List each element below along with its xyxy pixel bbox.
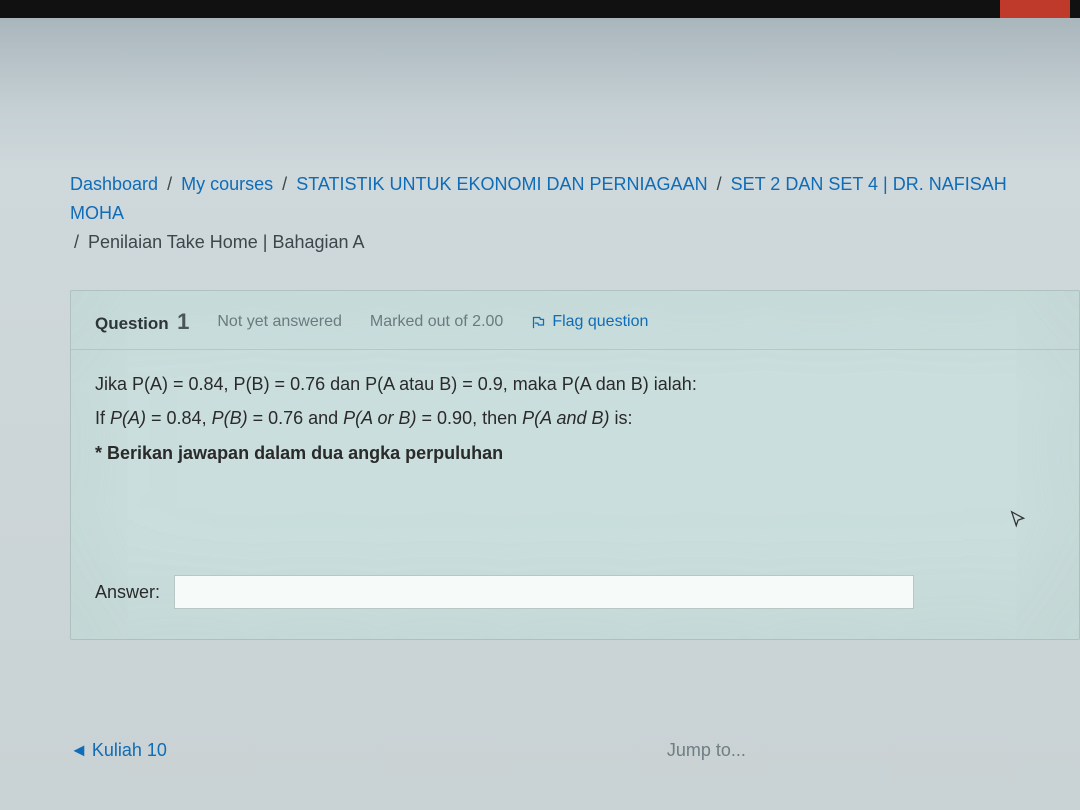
triangle-left-icon: ◄	[70, 740, 88, 761]
breadcrumb-dashboard[interactable]: Dashboard	[70, 174, 158, 194]
question-number: 1	[177, 309, 189, 334]
flag-question-link[interactable]: Flag question	[531, 313, 648, 331]
qtxt: P(A and B)	[522, 408, 609, 428]
question-panel: Question 1 Not yet answered Marked out o…	[70, 290, 1080, 640]
qtxt: If	[95, 408, 110, 428]
header-haze	[0, 18, 1080, 170]
breadcrumb-current: Penilaian Take Home | Bahagian A	[88, 232, 365, 252]
flag-icon	[531, 315, 546, 330]
qtxt: = 0.76 and	[248, 408, 344, 428]
prev-activity-link[interactable]: ◄ Kuliah 10	[70, 740, 167, 761]
breadcrumb-sep: /	[163, 174, 176, 194]
qtxt: = 0.84,	[146, 408, 212, 428]
answer-row: Answer:	[71, 575, 1079, 609]
flag-question-text: Flag question	[552, 313, 648, 331]
question-text-line1: Jika P(A) = 0.84, P(B) = 0.76 dan P(A at…	[95, 368, 1055, 400]
breadcrumb-sep: /	[713, 174, 726, 194]
question-text-line2: If P(A) = 0.84, P(B) = 0.76 and P(A or B…	[95, 402, 1055, 434]
answer-input[interactable]	[174, 575, 914, 609]
question-status: Not yet answered	[217, 313, 342, 331]
qtxt: = 0.90, then	[417, 408, 523, 428]
prev-activity-label: Kuliah 10	[92, 740, 167, 761]
question-label: Question	[95, 314, 169, 333]
question-header: Question 1 Not yet answered Marked out o…	[71, 291, 1079, 350]
qtxt: P(A or B)	[343, 408, 416, 428]
breadcrumb: Dashboard / My courses / STATISTIK UNTUK…	[0, 170, 1080, 256]
question-marks: Marked out of 2.00	[370, 313, 503, 331]
qtxt: is:	[610, 408, 633, 428]
jump-to-select[interactable]: Jump to...	[667, 740, 746, 761]
bottom-nav: ◄ Kuliah 10 Jump to...	[70, 740, 1080, 761]
cursor-icon	[1008, 510, 1030, 532]
answer-label: Answer:	[95, 582, 160, 603]
question-text-line3: * Berikan jawapan dalam dua angka perpul…	[95, 437, 1055, 469]
breadcrumb-sep: /	[278, 174, 291, 194]
question-body: Jika P(A) = 0.84, P(B) = 0.76 dan P(A at…	[71, 350, 1079, 469]
breadcrumb-my-courses[interactable]: My courses	[181, 174, 273, 194]
qtxt: P(B)	[212, 408, 248, 428]
breadcrumb-sep: /	[70, 232, 83, 252]
qtxt: P(A)	[110, 408, 146, 428]
app-top-bar	[0, 0, 1080, 18]
breadcrumb-course[interactable]: STATISTIK UNTUK EKONOMI DAN PERNIAGAAN	[296, 174, 707, 194]
